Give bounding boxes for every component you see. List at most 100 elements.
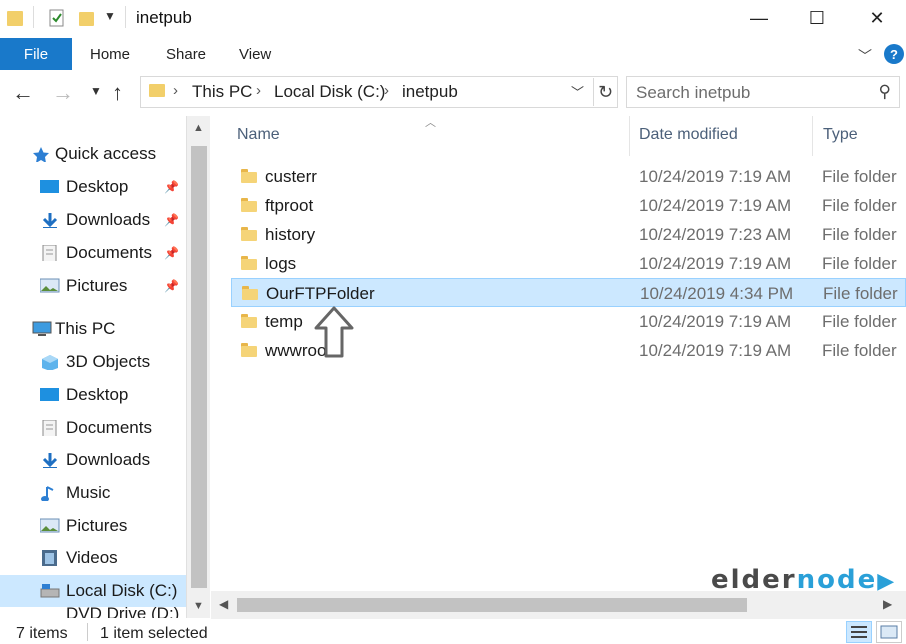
scroll-down-arrow-icon[interactable]: ▼	[193, 600, 204, 612]
desktop-icon	[40, 180, 59, 193]
properties-icon[interactable]	[48, 8, 66, 28]
file-type: File folder	[822, 196, 897, 215]
file-date: 10/24/2019 7:19 AM	[639, 312, 792, 331]
video-icon	[42, 550, 57, 566]
file-date: 10/24/2019 7:19 AM	[639, 167, 792, 186]
file-list-horizontal-scrollbar[interactable]: ◀ ▶	[211, 591, 906, 619]
customize-toolbar-chevron-icon[interactable]: ▼	[104, 9, 116, 23]
pin-icon[interactable]: 📌	[164, 246, 179, 260]
sidebar-item-desktop-pinned[interactable]: Desktop 📌	[0, 171, 186, 203]
search-icon[interactable]: ⚲	[879, 82, 891, 102]
file-row-ftproot[interactable]: ftproot 10/24/2019 7:19 AM File folder	[231, 191, 906, 220]
sidebar-item-downloads-pinned[interactable]: Downloads 📌	[0, 204, 186, 236]
folder-icon	[241, 198, 257, 212]
file-row-logs[interactable]: logs 10/24/2019 7:19 AM File folder	[231, 249, 906, 278]
title-bar: ▼ inetpub — ☐ ✕	[0, 0, 906, 36]
breadcrumb-separator-icon[interactable]: ›	[256, 82, 261, 99]
scroll-right-arrow-icon[interactable]: ▶	[883, 597, 892, 611]
status-bar: 7 items 1 item selected	[0, 619, 906, 644]
address-bar[interactable]: › This PC › Local Disk (C:) › inetpub ﹀ …	[140, 76, 618, 108]
breadcrumb-inetpub[interactable]: inetpub	[402, 82, 458, 102]
details-view-icon[interactable]	[846, 621, 872, 643]
cube-icon	[42, 355, 58, 370]
sidebar-item-dvd-drive[interactable]: DVD Drive (D:) C	[0, 604, 186, 618]
file-row-custerr[interactable]: custerr 10/24/2019 7:19 AM File folder	[231, 162, 906, 191]
sidebar-item-this-pc[interactable]: This PC	[0, 313, 186, 345]
breadcrumb-separator-icon[interactable]: ›	[173, 82, 178, 99]
sidebar-item-music[interactable]: Music	[0, 477, 186, 509]
close-button[interactable]: ✕	[848, 0, 906, 36]
file-date: 10/24/2019 7:23 AM	[639, 225, 792, 244]
scrollbar-thumb[interactable]	[191, 146, 207, 588]
eldernode-watermark-logo: eldernode▶	[711, 565, 897, 595]
folder-icon	[149, 84, 165, 97]
drive-icon	[40, 584, 60, 598]
search-placeholder: Search inetpub	[636, 83, 751, 102]
column-header-date-modified[interactable]: Date modified	[639, 126, 738, 144]
file-name: OurFTPFolder	[266, 284, 375, 303]
scroll-left-arrow-icon[interactable]: ◀	[219, 597, 228, 611]
sidebar-item-pictures[interactable]: Pictures	[0, 510, 186, 542]
pin-icon[interactable]: 📌	[164, 213, 179, 227]
new-folder-icon[interactable]	[78, 8, 96, 28]
sidebar-item-downloads[interactable]: Downloads	[0, 444, 186, 476]
item-count: 7 items	[16, 625, 68, 642]
file-row-ourftpfolder[interactable]: OurFTPFolder 10/24/2019 4:34 PM File fol…	[231, 278, 906, 307]
download-icon	[42, 213, 58, 228]
file-name: history	[265, 225, 316, 244]
sidebar-item-pictures-pinned[interactable]: Pictures 📌	[0, 270, 186, 302]
sidebar-item-3d-objects[interactable]: 3D Objects	[0, 346, 186, 378]
sidebar-item-quick-access[interactable]: Quick access	[0, 138, 186, 170]
file-type: File folder	[823, 284, 898, 303]
pin-icon[interactable]: 📌	[164, 279, 179, 293]
search-input[interactable]: Search inetpub ⚲	[626, 76, 900, 108]
tab-file[interactable]: File	[0, 38, 72, 70]
column-header-type[interactable]: Type	[823, 126, 858, 144]
star-icon	[33, 147, 49, 162]
folder-icon	[241, 343, 257, 357]
file-date: 10/24/2019 7:19 AM	[639, 254, 792, 273]
recent-locations-chevron-icon[interactable]: ▼	[90, 84, 102, 98]
refresh-icon[interactable]: ↻	[593, 78, 617, 106]
tab-share[interactable]: Share	[166, 46, 206, 63]
picture-icon	[40, 518, 60, 533]
file-date: 10/24/2019 4:34 PM	[640, 284, 794, 303]
navigation-pane: Quick access Desktop 📌 Downloads 📌 Docum…	[0, 116, 186, 618]
sidebar-item-documents-pinned[interactable]: Documents 📌	[0, 237, 186, 269]
scroll-up-arrow-icon[interactable]: ▲	[193, 122, 204, 134]
breadcrumb-separator-icon[interactable]: ›	[384, 82, 389, 99]
file-date: 10/24/2019 7:19 AM	[639, 196, 792, 215]
address-history-chevron-icon[interactable]: ﹀	[571, 82, 584, 101]
forward-arrow-icon[interactable]: →	[52, 80, 74, 106]
up-arrow-icon[interactable]: ↑	[112, 80, 123, 106]
document-icon	[42, 245, 57, 261]
large-icons-view-icon[interactable]	[876, 621, 902, 643]
sidebar-item-documents[interactable]: Documents	[0, 412, 186, 444]
music-icon	[41, 486, 54, 501]
file-date: 10/24/2019 7:19 AM	[639, 341, 792, 360]
download-icon	[42, 453, 58, 468]
maximize-button[interactable]: ☐	[788, 0, 846, 36]
selection-count: 1 item selected	[100, 625, 208, 642]
breadcrumb-this-pc[interactable]: This PC	[192, 82, 252, 102]
tab-home[interactable]: Home	[90, 46, 130, 63]
sidebar-item-videos[interactable]: Videos	[0, 542, 186, 574]
folder-icon	[7, 11, 23, 26]
tab-view[interactable]: View	[239, 46, 271, 63]
folder-icon	[241, 314, 257, 328]
back-arrow-icon[interactable]: ←	[12, 80, 34, 106]
file-row-history[interactable]: history 10/24/2019 7:23 AM File folder	[231, 220, 906, 249]
minimize-button[interactable]: —	[730, 0, 788, 36]
column-header-name[interactable]: Name	[237, 126, 280, 144]
navigation-pane-scrollbar[interactable]: ▲ ▼	[186, 116, 210, 618]
file-type: File folder	[822, 225, 897, 244]
sidebar-item-local-disk[interactable]: Local Disk (C:)	[0, 575, 186, 607]
sidebar-item-desktop[interactable]: Desktop	[0, 379, 186, 411]
breadcrumb-local-disk[interactable]: Local Disk (C:)	[274, 82, 385, 102]
scrollbar-thumb[interactable]	[237, 598, 747, 612]
navigation-bar: ← → ▼ ↑ › This PC › Local Disk (C:) › in…	[0, 70, 906, 116]
help-icon[interactable]: ?	[884, 44, 904, 64]
pin-icon[interactable]: 📌	[164, 180, 179, 194]
desktop-icon	[40, 388, 59, 401]
expand-ribbon-chevron-icon[interactable]: ﹀	[858, 46, 872, 66]
